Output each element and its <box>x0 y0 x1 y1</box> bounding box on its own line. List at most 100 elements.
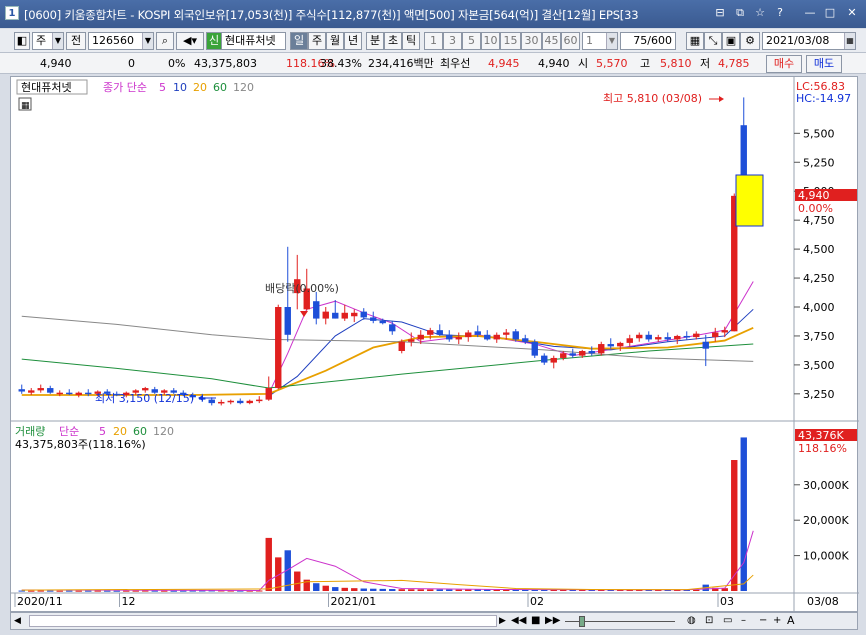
candle-body <box>522 338 529 342</box>
num-button-10[interactable]: 10 <box>481 32 500 50</box>
font-size-icon[interactable]: A <box>787 614 795 627</box>
num-button-60[interactable]: 60 <box>561 32 580 50</box>
candle-body <box>674 335 681 340</box>
num-button-3[interactable]: 3 <box>443 32 462 50</box>
stop-icon[interactable]: ■ <box>531 615 540 626</box>
count-select[interactable]: 1 ▼ <box>582 32 618 50</box>
close-icon[interactable]: ✕ <box>845 6 859 20</box>
num-button-30[interactable]: 30 <box>521 32 542 50</box>
favorite-icon[interactable]: ☆ <box>753 6 767 20</box>
num-button-1[interactable]: 1 <box>424 32 443 50</box>
stock-code-input[interactable]: 126560 ▼ <box>88 32 154 50</box>
cascade-icon[interactable]: ⧉ <box>733 6 747 20</box>
event-annotation: 배당락(0.00%) <box>265 282 339 295</box>
restore-icon[interactable]: ⊟ <box>713 6 727 20</box>
interval-day-button[interactable]: 일 <box>290 32 308 50</box>
scroll-left-icon[interactable]: ◀ <box>14 616 21 626</box>
low-annotation: 최저 3,150 (12/15) <box>95 392 194 405</box>
candle-body <box>655 337 662 340</box>
volume-bar <box>85 590 92 592</box>
candle-body <box>389 324 396 332</box>
x-tick-label: 03/08 <box>807 595 839 608</box>
save-icon[interactable]: ▣ <box>722 32 740 50</box>
num-button-15[interactable]: 15 <box>500 32 521 50</box>
dash-icon[interactable]: – <box>741 615 746 626</box>
interval-minute-button[interactable]: 분 <box>366 32 384 50</box>
candle-body <box>313 301 320 319</box>
volume-bar <box>446 589 453 591</box>
volume-bar <box>123 590 130 592</box>
grid-icon[interactable]: ▦ <box>686 32 704 50</box>
period-select[interactable]: 주 ▼ <box>32 32 64 50</box>
interval-tick-button[interactable]: 틱 <box>402 32 420 50</box>
crosshair-icon[interactable]: ⤡ <box>704 32 722 50</box>
low-label: 저 <box>700 57 711 70</box>
rewind-icon[interactable]: ◀◀ <box>511 615 526 626</box>
num-button-5[interactable]: 5 <box>462 32 481 50</box>
chevron-down-icon: ▼ <box>52 33 63 49</box>
zoom-thumb[interactable] <box>579 616 585 627</box>
candle-body <box>702 341 709 349</box>
bottom-scrollbar[interactable]: ◀ ▶ ◀◀ ■ ▶▶ ◍ ⊡ ▭ – − + A <box>10 612 858 630</box>
volume-value: 43,375,803 <box>194 57 257 70</box>
volume-bar <box>332 587 339 591</box>
volume-bar <box>740 437 747 591</box>
interval-month-button[interactable]: 월 <box>326 32 344 50</box>
candle-body <box>408 339 415 342</box>
open-label: 시 <box>578 57 589 70</box>
current-price-tag-value: 4,940 <box>798 189 830 202</box>
ma5-line <box>268 281 754 395</box>
title-bar: 1 [0600] 키움종합차트 - KOSPI 외국인보유[17,053(천)]… <box>0 0 866 28</box>
minimize-icon[interactable]: — <box>803 6 817 20</box>
candle-body <box>474 331 481 335</box>
prev-button[interactable]: 전 <box>66 32 86 50</box>
bid-price: 4,940 <box>538 57 570 70</box>
chart-svg[interactable]: 현대퓨처넷 종가 단순 5 10 20 60 120 ▦ LC:56.83 HC… <box>11 77 859 613</box>
help-icon[interactable]: ? <box>773 6 787 20</box>
scroll-track[interactable] <box>29 615 497 627</box>
volume-title: 거래량 <box>15 425 45 438</box>
volume-bar <box>56 590 63 592</box>
volume-bar <box>170 590 177 592</box>
ma20-line <box>21 327 754 396</box>
zoom-in-icon[interactable]: + <box>773 615 781 626</box>
maximize-icon[interactable]: □ <box>823 6 837 20</box>
candle-body <box>579 351 586 356</box>
sell-button[interactable]: 매도 <box>806 55 842 73</box>
y-tick-label: 3,250 <box>803 388 835 401</box>
chart-area[interactable]: 현대퓨처넷 종가 단순 5 10 20 60 120 ▦ LC:56.83 HC… <box>10 76 859 613</box>
fit-icon[interactable]: ⊡ <box>705 615 713 626</box>
interval-year-button[interactable]: 년 <box>344 32 362 50</box>
buy-button[interactable]: 매수 <box>766 55 802 73</box>
zoom-out-icon[interactable]: − <box>759 615 767 626</box>
page-count-field[interactable]: 75/600 <box>620 32 676 50</box>
scroll-right-icon[interactable]: ▶ <box>499 616 506 626</box>
interval-week-button[interactable]: 주 <box>308 32 326 50</box>
forward-icon[interactable]: ▶▶ <box>545 615 560 626</box>
num-button-45[interactable]: 45 <box>542 32 561 50</box>
candle-body <box>569 353 576 356</box>
candle-body <box>66 392 73 395</box>
volume-info: 43,375,803주(118.16%) <box>15 438 146 451</box>
interval-second-button[interactable]: 초 <box>384 32 402 50</box>
current-pct-label: 0.00% <box>798 202 833 215</box>
search-icon[interactable]: ⌕ <box>156 32 174 50</box>
new-badge[interactable]: 신 <box>206 32 222 50</box>
layout-icon[interactable]: ◧ <box>14 32 30 50</box>
ma10-line <box>268 308 754 397</box>
candle-body <box>588 351 595 354</box>
volume-bar <box>398 589 405 591</box>
speaker-icon[interactable]: ◀▾ <box>176 32 204 50</box>
candle-body <box>417 334 424 340</box>
current-price: 4,940 <box>40 57 72 70</box>
tool-icon[interactable]: ◍ <box>687 615 696 626</box>
y-tick-label: 5,250 <box>803 156 835 169</box>
gear-icon[interactable]: ⚙ <box>740 32 760 50</box>
window-icon[interactable]: ▭ <box>723 615 732 626</box>
volume-bar <box>94 590 101 592</box>
date-input[interactable]: 2021/03/08 ▦ <box>762 32 856 50</box>
candle-body <box>142 388 149 391</box>
candle-body <box>636 334 643 339</box>
window-title: [0600] 키움종합차트 - KOSPI 외국인보유[17,053(천)] 주… <box>24 8 639 22</box>
candle-body <box>664 337 671 340</box>
